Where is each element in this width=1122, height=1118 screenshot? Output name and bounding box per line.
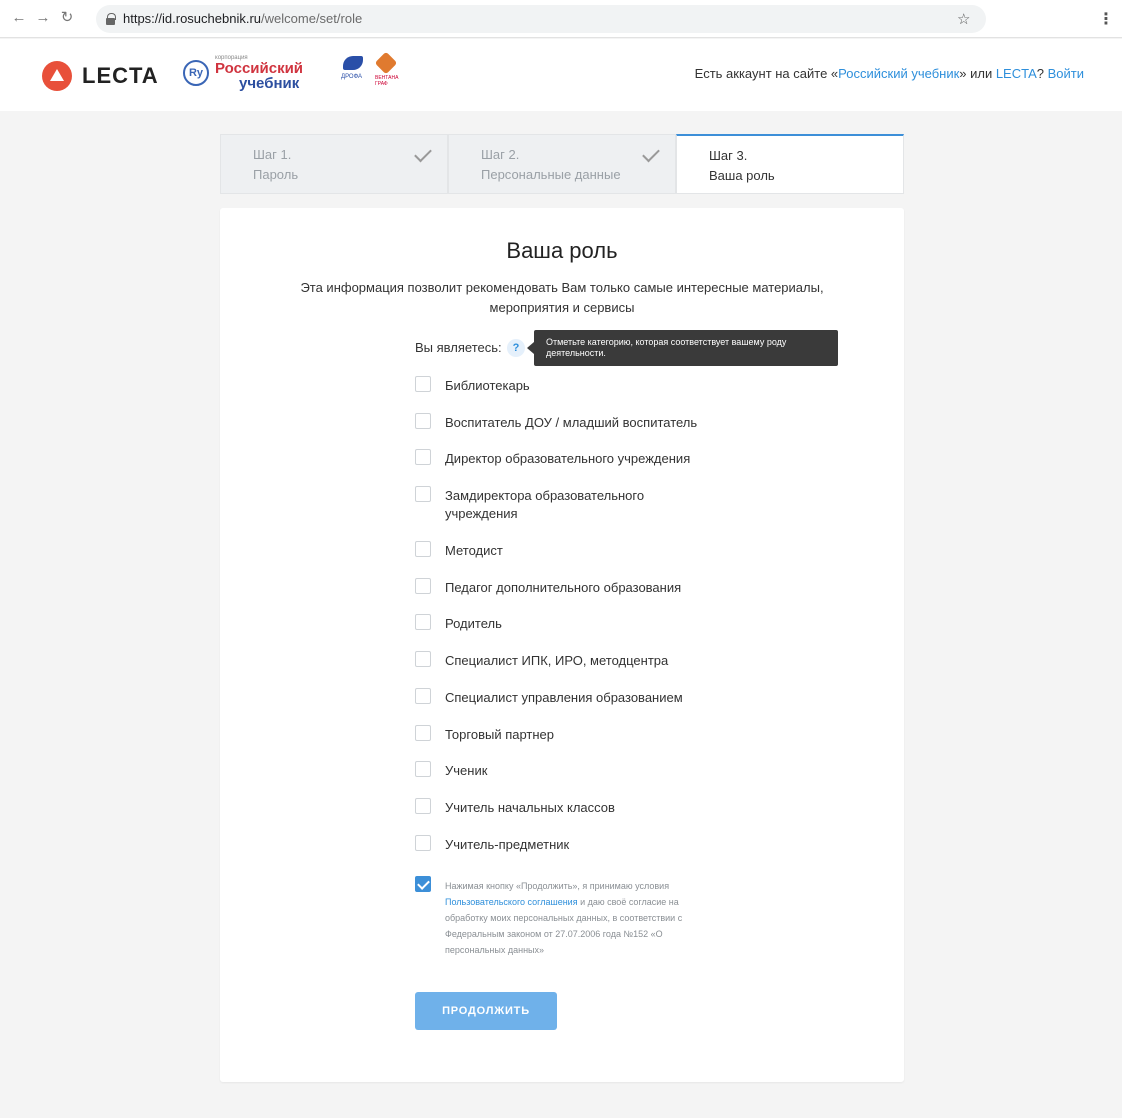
rosuchebnik-link[interactable]: Российский учебник <box>838 66 959 81</box>
continue-button[interactable]: ПРОДОЛЖИТЬ <box>415 992 557 1030</box>
rosuchebnik-logo[interactable]: Ry корпорация Российский учебник <box>183 55 303 91</box>
role-option[interactable]: Специалист ИПК, ИРО, методцентра <box>415 651 735 688</box>
role-option[interactable]: Учитель начальных классов <box>415 797 735 835</box>
role-option[interactable]: Директор образовательного учреждения <box>415 449 735 486</box>
drofa-logo[interactable]: ДРОФА <box>339 54 367 84</box>
url-text: https://id.rosuchebnik.ru/welcome/set/ro… <box>123 11 363 26</box>
role-option[interactable]: Торговый партнер <box>415 724 735 762</box>
lecta-logo-text: LECTA <box>82 63 159 88</box>
arrow-left-icon[interactable]: ← <box>10 9 28 27</box>
role-checkbox[interactable] <box>415 761 431 778</box>
role-list: Библиотекарь Воспитатель ДОУ / младший в… <box>415 376 735 871</box>
lecta-logo[interactable]: LECTA <box>42 61 159 91</box>
role-option[interactable]: Библиотекарь <box>415 376 735 413</box>
role-option[interactable]: Родитель <box>415 614 735 651</box>
lock-icon <box>106 13 116 25</box>
arrow-right-icon[interactable]: → <box>34 9 52 27</box>
you-are-label: Вы являетесь: <box>415 340 502 355</box>
role-checkbox[interactable] <box>415 412 431 429</box>
page-description: Эта информация позволит рекомендовать Ва… <box>300 280 824 315</box>
site-header: LECTA Ry корпорация Российский учебник Д… <box>0 39 1122 111</box>
lecta-link[interactable]: LECTA <box>996 66 1037 81</box>
role-checkbox[interactable] <box>415 834 431 851</box>
role-option[interactable]: Ученик <box>415 761 735 798</box>
role-checkbox[interactable] <box>415 486 431 503</box>
login-link[interactable]: Войти <box>1048 66 1084 81</box>
step-2-tab[interactable]: Шаг 2. Персональные данные <box>448 134 676 194</box>
step-tabs: Шаг 1. Пароль Шаг 2. Персональные данные… <box>220 134 904 194</box>
reload-icon[interactable]: ↻ <box>58 9 76 27</box>
role-checkbox[interactable] <box>415 687 431 704</box>
role-option[interactable]: Учитель-предметник <box>415 834 735 872</box>
role-checkbox[interactable] <box>415 614 431 631</box>
role-checkbox[interactable] <box>415 541 431 558</box>
role-option[interactable]: Воспитатель ДОУ / младший воспитатель <box>415 412 735 450</box>
help-tooltip: Отметьте категорию, которая соответствуе… <box>527 330 838 366</box>
role-option[interactable]: Замдиректора образовательного учреждения <box>415 486 735 541</box>
login-prompt: Есть аккаунт на сайте «Российский учебни… <box>694 66 1084 81</box>
role-option[interactable]: Методист <box>415 541 735 578</box>
help-icon[interactable]: ? <box>507 339 525 357</box>
role-option[interactable]: Педагог дополнительного образования <box>415 577 735 615</box>
role-option[interactable]: Специалист управления образованием <box>415 687 735 725</box>
star-icon[interactable]: ☆ <box>957 10 970 28</box>
drofa-bird-icon <box>343 56 363 70</box>
role-checkbox[interactable] <box>415 376 431 392</box>
role-checkbox[interactable] <box>415 449 431 466</box>
ventana-icon <box>374 51 398 75</box>
step-1-tab[interactable]: Шаг 1. Пароль <box>220 134 448 194</box>
ventana-logo[interactable]: ВЕНТАНА ГРАФ <box>374 51 398 87</box>
address-bar[interactable]: https://id.rosuchebnik.ru/welcome/set/ro… <box>96 5 986 33</box>
menu-dots-icon[interactable]: ⋮ <box>1098 9 1114 29</box>
lecta-logo-icon <box>42 61 72 91</box>
role-checkbox[interactable] <box>415 797 431 814</box>
rosuchebnik-icon: Ry <box>183 60 209 86</box>
step-3-tab[interactable]: Шаг 3. Ваша роль <box>676 134 904 194</box>
consent-checkbox[interactable] <box>415 876 431 892</box>
role-checkbox[interactable] <box>415 577 431 594</box>
page-title: Ваша роль <box>506 238 618 263</box>
consent-text: Нажимая кнопку «Продолжить», я принимаю … <box>445 881 683 955</box>
browser-toolbar: ← → ↻ https://id.rosuchebnik.ru/welcome/… <box>0 0 1122 38</box>
role-form-card: Ваша роль Эта информация позволит рекоме… <box>220 208 904 1082</box>
role-checkbox[interactable] <box>415 651 431 668</box>
user-agreement-link[interactable]: Пользовательского соглашения <box>445 897 578 907</box>
role-checkbox[interactable] <box>415 724 431 741</box>
